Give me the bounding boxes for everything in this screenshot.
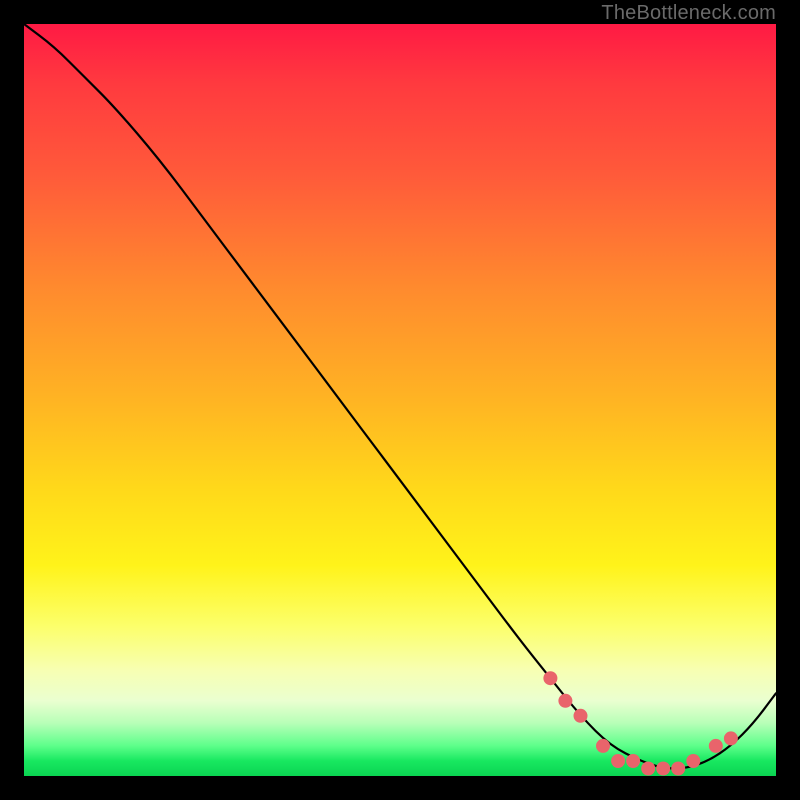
marker-dot [724,731,738,745]
marker-dot [671,762,685,776]
marker-dot [543,671,557,685]
marker-dot [596,739,610,753]
marker-dot [709,739,723,753]
marker-dot [686,754,700,768]
marker-dot [574,709,588,723]
marker-dot [611,754,625,768]
marker-dot [641,762,655,776]
curve-svg [24,24,776,776]
marker-dot [558,694,572,708]
marker-dot [656,762,670,776]
watermark-text: TheBottleneck.com [601,2,776,25]
bottleneck-curve [24,24,776,769]
chart-frame: TheBottleneck.com [0,0,800,800]
marker-dot [626,754,640,768]
plot-area [24,24,776,776]
